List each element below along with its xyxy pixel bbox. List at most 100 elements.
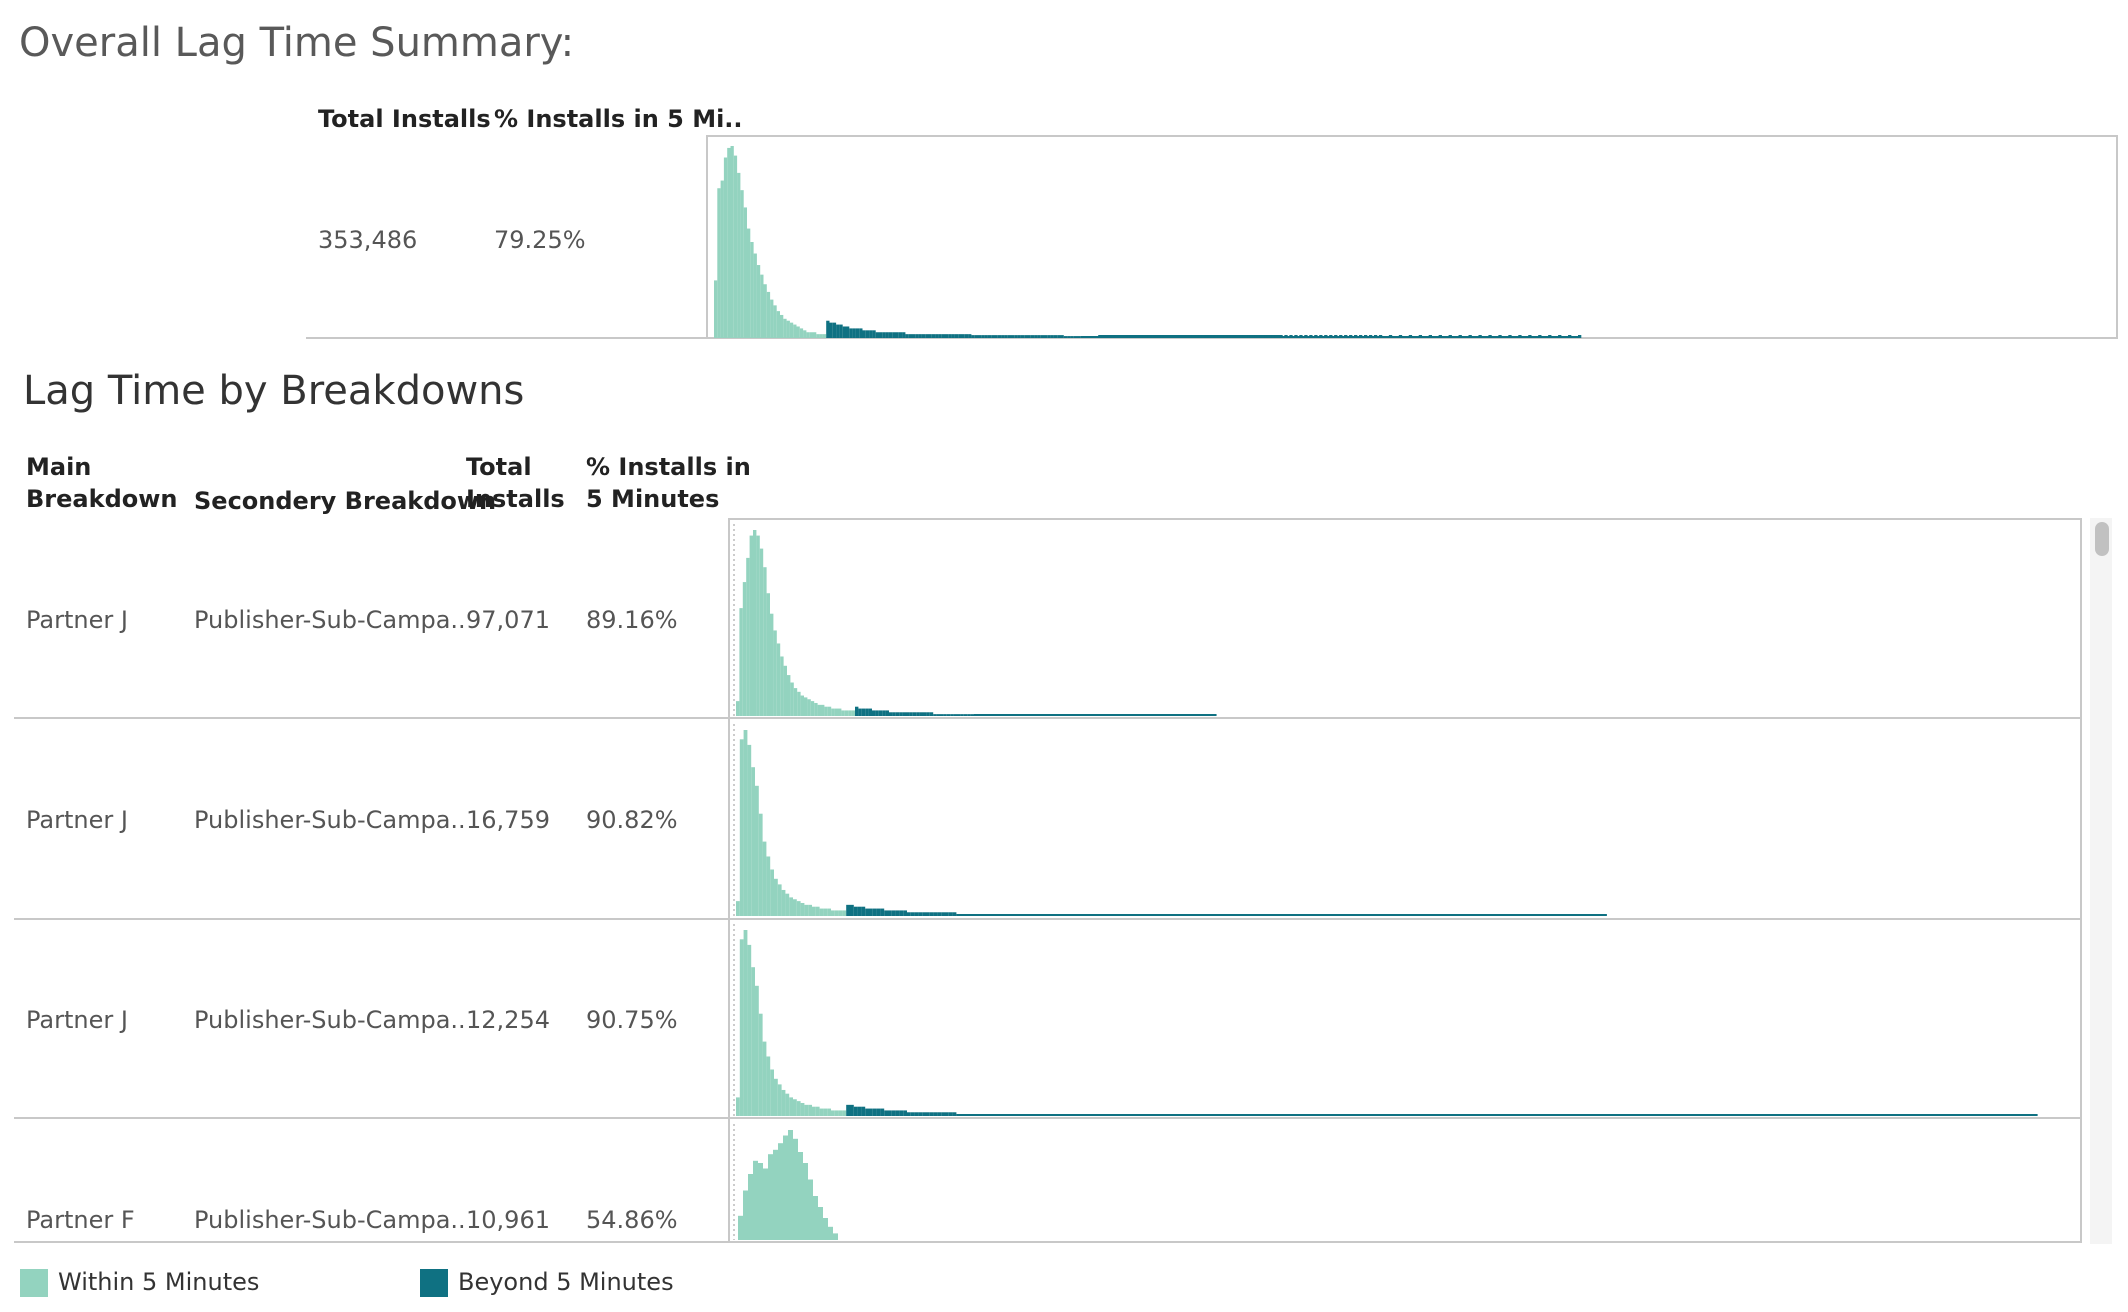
beyond-bar	[888, 332, 893, 338]
beyond-tail-bar	[1558, 335, 1562, 338]
beyond-bar	[888, 910, 892, 916]
col-main-breakdown-line1: Main	[26, 453, 92, 481]
legend-within-swatch[interactable]	[20, 1269, 48, 1297]
beyond-bar	[945, 1112, 949, 1116]
beyond-baseline	[974, 714, 1217, 716]
within-bar	[818, 1207, 823, 1240]
beyond-tail-bar	[1373, 335, 1378, 338]
within-bar	[780, 314, 784, 338]
within-bar	[748, 1174, 753, 1240]
within-bar	[777, 1084, 782, 1116]
row-2-pct: 90.82%	[586, 806, 678, 834]
beyond-bar	[928, 334, 932, 338]
within-bar	[819, 908, 824, 916]
within-bar	[758, 813, 763, 916]
breakdown-chart-left-border	[728, 518, 730, 1243]
beyond-bar	[1070, 336, 1074, 338]
within-bar	[787, 675, 791, 716]
beyond-bar	[945, 334, 949, 338]
within-bar	[790, 682, 794, 716]
beyond-bar	[829, 322, 833, 338]
within-bar	[796, 901, 801, 916]
beyond-bar	[914, 912, 919, 916]
beyond-bar	[875, 710, 879, 716]
within-bar	[816, 334, 820, 338]
beyond-bar	[909, 712, 913, 716]
beyond-bar	[1063, 336, 1068, 338]
beyond-bar	[846, 1104, 850, 1116]
legend-beyond-swatch[interactable]	[420, 1269, 448, 1297]
breakdown-scrollbar[interactable]	[2090, 518, 2112, 1244]
beyond-bar	[858, 708, 862, 716]
breakdown-scrollbar-thumb[interactable]	[2095, 522, 2109, 556]
beyond-bar	[945, 912, 949, 916]
within-bar	[743, 730, 748, 916]
beyond-bar	[872, 710, 876, 716]
beyond-bar	[892, 332, 896, 338]
within-bar	[770, 299, 774, 338]
beyond-bar	[958, 334, 962, 338]
within-bar	[823, 1218, 828, 1240]
beyond-bar	[931, 334, 936, 338]
beyond-bar	[912, 712, 917, 716]
beyond-bar	[872, 330, 876, 338]
summary-col-total-installs: Total Installs	[318, 105, 491, 133]
beyond-bar	[879, 332, 883, 338]
within-bar	[739, 608, 743, 716]
beyond-tail-bar	[1388, 335, 1393, 338]
beyond-bar	[912, 334, 916, 338]
within-bar	[808, 1104, 812, 1116]
within-bar	[766, 291, 771, 338]
within-bar	[844, 710, 849, 716]
within-bar	[793, 688, 798, 716]
col-total-installs-line2: Installs	[466, 485, 565, 513]
within-bar	[789, 322, 794, 338]
within-bar	[770, 869, 774, 916]
beyond-bar	[1057, 335, 1061, 338]
within-bar	[789, 897, 793, 916]
within-bar	[823, 1108, 828, 1116]
legend-within-label[interactable]: Within 5 Minutes	[58, 1268, 259, 1296]
within-bar	[762, 1041, 767, 1116]
beyond-tail-bar	[1418, 335, 1423, 338]
beyond-tail-bar	[1363, 335, 1368, 338]
within-bar	[842, 910, 847, 916]
within-bar	[774, 878, 778, 916]
within-bar	[831, 708, 835, 716]
beyond-bar	[1073, 336, 1077, 338]
beyond-bar	[832, 322, 837, 338]
beyond-bar	[943, 714, 947, 716]
within-bar	[804, 904, 809, 916]
beyond-bar	[899, 712, 903, 716]
beyond-tail-bar	[1319, 335, 1323, 338]
within-bar	[827, 706, 832, 716]
beyond-bar	[950, 714, 954, 716]
beyond-tail-bar	[1398, 335, 1403, 338]
beyond-bar	[855, 706, 859, 716]
within-bar	[785, 893, 790, 916]
beyond-bar	[953, 714, 957, 716]
within-bar	[817, 704, 821, 716]
beyond-tail-bar	[1378, 335, 1383, 338]
within-bar	[753, 1160, 758, 1240]
beyond-bar	[876, 1108, 881, 1116]
within-bar	[743, 207, 747, 338]
beyond-bar	[857, 1106, 862, 1116]
within-bar	[737, 172, 741, 338]
within-bar	[834, 1110, 839, 1116]
summary-chart-left-border	[706, 135, 708, 339]
legend-beyond-label[interactable]: Beyond 5 Minutes	[458, 1268, 674, 1296]
beyond-bar	[916, 712, 920, 716]
within-bar	[739, 739, 744, 916]
within-bar	[758, 1013, 763, 1116]
within-bar	[827, 1108, 831, 1116]
row-4-main: Partner F	[26, 1206, 135, 1234]
beyond-bar	[922, 1112, 926, 1116]
within-bar	[753, 530, 757, 716]
beyond-bar	[1017, 335, 1021, 338]
within-bar	[812, 906, 816, 916]
beyond-bar	[849, 328, 853, 338]
within-bar	[800, 1102, 805, 1116]
row-4-total: 10,961	[466, 1206, 550, 1234]
within-bar	[822, 334, 827, 338]
